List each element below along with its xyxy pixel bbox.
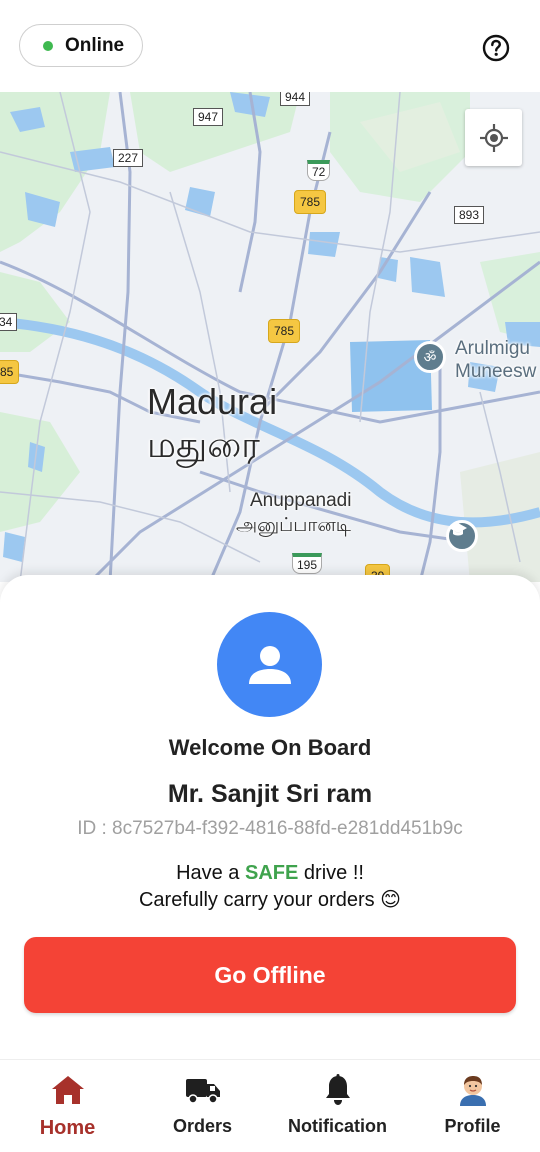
nav-label-profile: Profile [444, 1116, 501, 1136]
area-name-ta: அனுப்பானடி [236, 515, 351, 536]
road-shield: 944 [280, 92, 311, 106]
my-location-icon [479, 123, 508, 152]
road-shield: 72 [307, 160, 331, 181]
carry-orders-message: Carefully carry your orders 😊 [138, 889, 402, 911]
go-offline-button[interactable]: Go Offline [24, 937, 516, 1013]
nav-item-orders[interactable]: Orders [135, 1060, 270, 1152]
road-shield: 195 [292, 553, 323, 574]
school-poi-icon[interactable] [446, 520, 478, 552]
road-shield: 947 [193, 108, 224, 126]
welcome-sheet: Welcome On Board Mr. Sanjit Sri ram ID :… [0, 575, 540, 1061]
truck-icon [185, 1079, 220, 1104]
driver-name: Mr. Sanjit Sri ram [167, 780, 373, 808]
road-shield: 785 [268, 319, 301, 343]
profile-avatar-icon [459, 1076, 486, 1106]
nav-label-home: Home [39, 1117, 96, 1139]
online-status-label: Online [65, 34, 125, 56]
road-shield: 785 [294, 190, 327, 214]
driver-avatar [217, 612, 322, 717]
home-icon [51, 1076, 84, 1104]
safe-drive-message: Have a SAFE drive !! [176, 862, 364, 884]
road-shield: 227 [113, 149, 144, 167]
online-status-dot [43, 40, 53, 51]
online-status-toggle[interactable]: Online [19, 24, 143, 67]
road-shield: 85 [0, 360, 20, 384]
nav-item-profile[interactable]: Profile [405, 1060, 540, 1152]
welcome-title: Welcome On Board [168, 735, 372, 760]
person-icon [248, 645, 291, 684]
road-shield: 34 [0, 313, 18, 331]
bell-icon [325, 1074, 350, 1105]
safe-highlight: SAFE [245, 862, 299, 884]
bottom-navigation: Home Orders Notification Profile [0, 1059, 540, 1152]
nav-label-orders: Orders [172, 1116, 233, 1136]
nav-item-home[interactable]: Home [0, 1060, 135, 1152]
top-bar: Online [0, 0, 540, 92]
city-name-ta: மதுரை [147, 424, 260, 465]
driver-id: ID : 8c7527b4-f392-4816-88fd-e281dd451b9… [77, 818, 463, 839]
temple-poi-icon[interactable]: ॐ [414, 341, 446, 373]
city-name-en: Madurai [147, 381, 278, 422]
my-location-button[interactable] [465, 109, 522, 166]
road-shield: 893 [454, 206, 485, 224]
nav-item-notification[interactable]: Notification [270, 1060, 405, 1152]
area-name-en: Anuppanadi [250, 490, 352, 511]
nav-label-notification: Notification [288, 1116, 387, 1136]
help-circle-icon[interactable] [482, 34, 510, 62]
poi-label: Arulmigu Muneesw [455, 338, 537, 382]
